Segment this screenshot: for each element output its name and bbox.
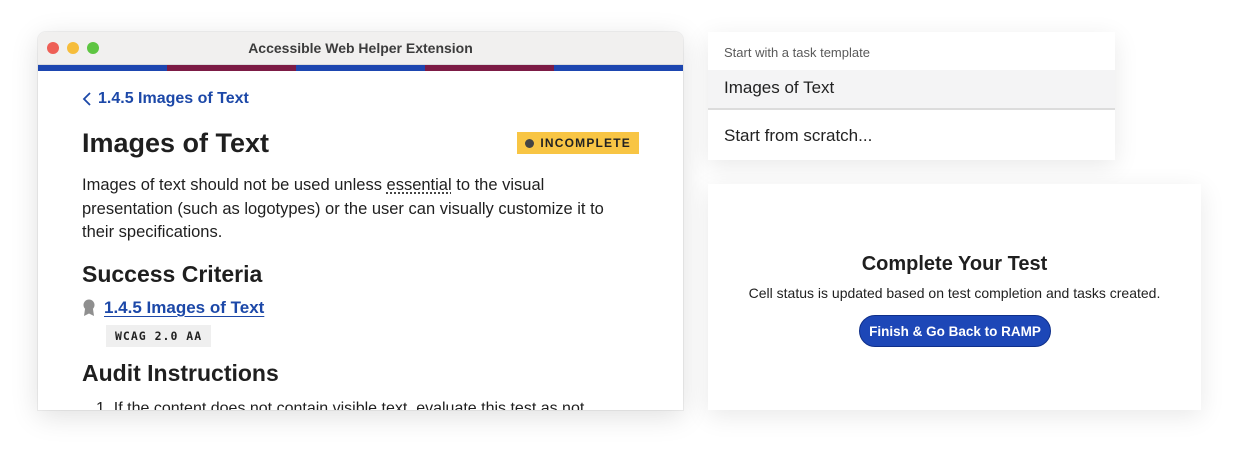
status-dot-icon <box>525 138 535 148</box>
complete-title: Complete Your Test <box>861 253 1048 275</box>
audit-step-1: 1. If the content does not contain visib… <box>96 400 585 410</box>
window-title: Accessible Web Helper Extension <box>248 40 473 56</box>
audit-instructions-heading: Audit Instructions <box>82 360 279 386</box>
chevron-left-icon <box>82 92 92 106</box>
breadcrumb[interactable]: 1.4.5 Images of Text <box>82 90 249 108</box>
menu-item-images-of-text[interactable]: Images of Text <box>708 70 1115 110</box>
complete-text: Cell status is updated based on test com… <box>748 285 1161 301</box>
menu-item-start-from-scratch[interactable]: Start from scratch... <box>724 126 872 146</box>
complete-test-panel: Complete Your Test Cell status is update… <box>708 184 1201 410</box>
task-template-menu: Start with a task template Images of Tex… <box>708 32 1115 160</box>
award-icon <box>82 299 96 317</box>
stripe-segment <box>296 65 425 71</box>
stripe-segment <box>38 65 167 71</box>
stripe-segment <box>554 65 683 71</box>
wcag-level-tag: WCAG 2.0 AA <box>106 325 212 347</box>
window-titlebar: Accessible Web Helper Extension <box>38 32 683 65</box>
stripe-segment <box>425 65 554 71</box>
brand-stripe <box>38 65 683 71</box>
finish-button[interactable]: Finish & Go Back to RAMP <box>859 315 1051 347</box>
description: Images of text should not be used unless… <box>82 174 627 245</box>
extension-window: Accessible Web Helper Extension 1.4.5 Im… <box>38 32 683 410</box>
criterion-link[interactable]: 1.4.5 Images of Text <box>104 298 264 318</box>
status-badge: INCOMPLETE <box>517 132 639 154</box>
menu-header: Start with a task template <box>724 45 870 60</box>
page-title: Images of Text <box>82 128 270 158</box>
stripe-segment <box>167 65 296 71</box>
glossary-term[interactable]: essential <box>387 176 452 194</box>
criterion-row: 1.4.5 Images of Text <box>82 298 264 318</box>
breadcrumb-label: 1.4.5 Images of Text <box>98 90 249 107</box>
status-badge-label: INCOMPLETE <box>540 136 631 150</box>
success-criteria-heading: Success Criteria <box>82 261 263 287</box>
description-text: Images of text should not be used unless <box>82 176 387 194</box>
